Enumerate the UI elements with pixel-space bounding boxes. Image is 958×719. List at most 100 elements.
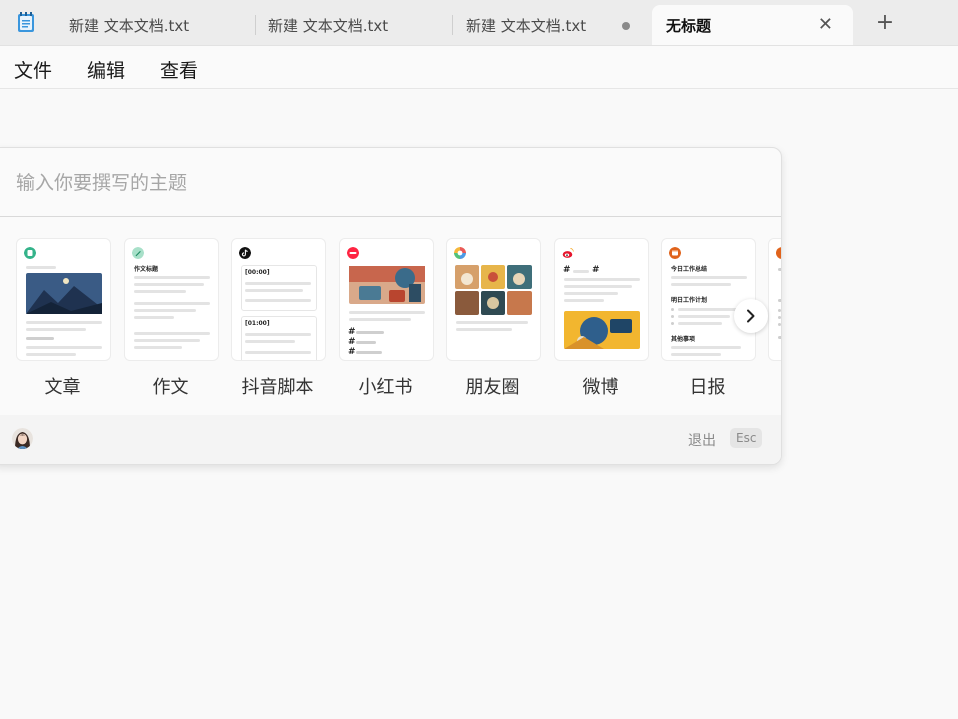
- template-card-partial[interactable]: [768, 238, 781, 361]
- text-line: [678, 308, 738, 311]
- illustration-thumbnail: [564, 311, 640, 349]
- text-line: [26, 337, 54, 340]
- text-line: [778, 336, 781, 339]
- mountain-thumbnail: [26, 273, 102, 314]
- exit-label[interactable]: 退出: [688, 430, 716, 450]
- text-line: [356, 351, 382, 354]
- report-tomorrow-text: 明日工作计划: [671, 297, 708, 304]
- pen-icon: [132, 247, 144, 259]
- photo-grid-thumbnail: [455, 265, 532, 315]
- template-icon: [776, 247, 781, 259]
- text-line: [134, 309, 196, 312]
- template-card-moments[interactable]: [446, 238, 541, 361]
- text-line: [456, 328, 512, 331]
- template-label-article: 文章: [44, 377, 81, 398]
- hashtag-icon: #: [563, 265, 571, 275]
- bullet: [671, 308, 674, 311]
- text-line: [26, 328, 86, 331]
- template-card-essay[interactable]: 作文标题: [124, 238, 219, 361]
- text-line: [356, 331, 384, 334]
- bullet: [671, 322, 674, 325]
- menu-bar: 文件 编辑 查看: [0, 46, 958, 89]
- bullet: [671, 315, 674, 318]
- text-line: [134, 316, 174, 319]
- template-label-essay: 作文: [152, 377, 189, 398]
- close-tab-icon[interactable]: ✕: [818, 15, 833, 35]
- tab-untitled[interactable]: 无标题 ✕: [652, 5, 853, 45]
- new-tab-button[interactable]: +: [872, 10, 898, 36]
- text-line: [134, 332, 210, 335]
- text-line: [245, 289, 303, 292]
- text-line: [564, 292, 618, 295]
- text-line: [564, 285, 632, 288]
- text-line: [134, 302, 210, 305]
- avatar[interactable]: [12, 428, 33, 449]
- hashtag-icon: #: [592, 265, 600, 275]
- text-line: [245, 282, 311, 285]
- menu-file[interactable]: 文件: [14, 56, 52, 83]
- tab-file-2[interactable]: 新建 文本文档.txt: [254, 5, 453, 45]
- text-line: [245, 299, 311, 302]
- report-other-text: 其他事项: [671, 336, 696, 343]
- text-line: [26, 346, 102, 349]
- text-line: [134, 276, 210, 279]
- text-line: [245, 333, 311, 336]
- painting-thumbnail: [349, 266, 425, 304]
- ai-writing-panel: 文章 作文标题 作文 [00:00] [01:00]: [0, 147, 782, 465]
- tab-file-1[interactable]: 新建 文本文档.txt: [55, 5, 256, 45]
- esc-key-hint: Esc: [730, 428, 763, 448]
- text-line: [26, 321, 102, 324]
- tab-bar: 新建 文本文档.txt 新建 文本文档.txt 新建 文本文档.txt 无标题 …: [0, 0, 958, 46]
- text-line: [678, 322, 722, 325]
- template-label-daily-report: 日报: [689, 377, 726, 398]
- tab-label: 无标题: [666, 16, 712, 35]
- script-segment: [01:00]: [241, 316, 317, 360]
- template-card-douyin-script[interactable]: [00:00] [01:00]: [231, 238, 326, 361]
- timestamp-text: [00:00]: [245, 269, 270, 276]
- template-card-weibo[interactable]: # #: [554, 238, 649, 361]
- weibo-icon: [562, 248, 574, 258]
- menu-view[interactable]: 查看: [160, 56, 198, 83]
- menu-edit[interactable]: 编辑: [87, 56, 125, 83]
- report-today-text: 今日工作总结: [671, 266, 708, 273]
- xiaohongshu-icon: [347, 247, 359, 259]
- template-label-weibo: 微博: [582, 377, 619, 398]
- unsaved-dot-icon: [622, 22, 630, 30]
- text-line: [245, 340, 295, 343]
- text-line: [564, 299, 604, 302]
- divider: [0, 216, 781, 217]
- template-card-article[interactable]: [16, 238, 111, 361]
- template-card-daily-report[interactable]: 今日工作总结 明日工作计划 其他事项: [661, 238, 756, 361]
- tab-label: 新建 文本文档.txt: [466, 16, 587, 35]
- text-line: [134, 339, 200, 342]
- text-line: [671, 283, 731, 286]
- panel-footer: 退出 Esc: [0, 415, 781, 464]
- text-line: [564, 278, 640, 281]
- text-line: [245, 351, 311, 354]
- text-line: [671, 353, 721, 356]
- text-line: [671, 276, 747, 279]
- template-label-douyin-script: 抖音脚本: [241, 377, 314, 398]
- text-line: [349, 311, 425, 314]
- text-line: [678, 315, 730, 318]
- text-line: [573, 270, 589, 273]
- hashtag-icon: #: [348, 327, 356, 337]
- text-line: [778, 268, 781, 271]
- hashtag-icon: #: [348, 337, 356, 347]
- text-line: [778, 299, 781, 302]
- daily-report-icon: [669, 247, 681, 259]
- douyin-icon: [239, 247, 251, 259]
- template-card-xiaohongshu[interactable]: # # #: [339, 238, 434, 361]
- bullet: [778, 316, 781, 319]
- template-label-moments: 朋友圈: [465, 377, 520, 398]
- document-icon: [24, 247, 36, 259]
- notepad-icon: [18, 12, 34, 32]
- tab-file-3[interactable]: 新建 文本文档.txt: [452, 5, 652, 45]
- text-line: [356, 341, 376, 344]
- tab-label: 新建 文本文档.txt: [268, 16, 389, 35]
- chevron-right-icon: [747, 309, 755, 323]
- text-line: [134, 283, 204, 286]
- moments-icon: [454, 247, 466, 259]
- next-templates-button[interactable]: [734, 299, 768, 333]
- topic-input[interactable]: [1, 148, 778, 218]
